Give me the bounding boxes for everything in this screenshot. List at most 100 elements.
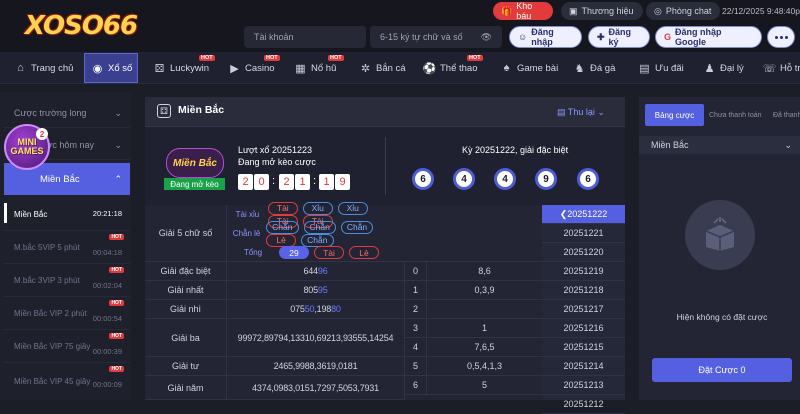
history-item[interactable]: 20251219 [542,262,625,281]
result-digits: 075 [290,304,305,314]
history-item[interactable]: 20251220 [542,243,625,262]
tab-da-thanh-toan[interactable]: Đã thanh [773,104,800,126]
game-item[interactable]: Miền Bắc 20:21:18 [4,198,130,231]
nav-label: Đá gà [590,62,616,74]
history-item[interactable]: 20251212 [542,395,625,414]
login-button[interactable]: ☺ Đăng nhập [509,26,582,48]
cards-icon: ♠ [503,62,510,74]
game-time: 00:00:09 [92,380,122,389]
nav-label: Hỗ trợ [780,62,800,74]
result-digits: ,198 [314,304,332,314]
history-item[interactable]: 20251215 [542,338,625,357]
dau-value: 3 [405,319,427,338]
game-time: 20:21:18 [92,209,122,218]
duoi-value: 0,5,4,1,3 [427,357,542,376]
dice-icon: ⚄ [154,62,165,75]
game-name: M.bắc 3VIP 3 phút [14,275,80,285]
nav-casino[interactable]: ▶ Casino HOT [228,52,280,84]
nav-ban-ca[interactable]: ✲ Bắn cá [359,52,406,84]
open-status-badge: Đang mở kèo [164,178,225,190]
dau-value: 4 [405,338,427,357]
g5-pill: Tài [314,246,344,259]
nav-game-bai[interactable]: ♠ Game bài [500,52,559,84]
game-item[interactable]: Miền Bắc VIP 45 giây HOT 00:00:09 [4,363,130,400]
register-button[interactable]: ✚ Đăng ký [588,26,650,48]
g5-pill: Chẵn [303,220,336,234]
prize-result: 075 50,198 80 [227,300,405,319]
chevron-down-icon: ⌄ [114,139,122,150]
phong-chat-button[interactable]: ◎ Phòng chat [646,2,720,20]
nav-trang-chu[interactable]: ⌂ Trang chủ [14,52,73,84]
game-item[interactable]: Miền Bắc VIP 75 giây HOT 00:00:39 [4,330,130,363]
nav-xo-so[interactable]: ◉ Xổ số [84,53,138,83]
game-item[interactable]: Miền Bắc VIP 2 phút HOT 00:00:54 [4,297,130,330]
thuong-hieu-button[interactable]: ▣ Thương hiệu [561,2,643,20]
tab-chua-thanh-toan[interactable]: Chưa thanh toán [709,104,762,126]
game-time: 00:00:54 [92,314,122,323]
password-input[interactable]: 6-15 ký tự chữ và số 👁 [370,26,502,48]
nav-the-thao[interactable]: ⚽ Thể thao HOT [423,52,483,84]
region-ball-logo: Miền Bắc [166,148,224,178]
hot-badge: HOT [109,333,124,339]
prize-label: Giải nhì [145,300,227,319]
hot-badge: HOT [109,267,124,273]
nav-ho-tro[interactable]: ☏Hỗ trợ [763,52,800,84]
rooster-icon: ♞ [574,62,585,75]
panel-title: Miền Bắc [178,104,225,116]
history-date: 20251222 [567,209,608,219]
eye-icon[interactable]: 👁 [481,32,492,43]
nav-dai-ly[interactable]: ♟ Đại lý [703,52,744,84]
history-item[interactable]: 20251221 [542,224,625,243]
game-item[interactable]: M.bắc 3VIP 3 phút HOT 00:02:04 [4,264,130,297]
account-input[interactable]: Tài khoản [244,26,366,48]
game-name: Miền Bắc VIP 45 giây [14,377,91,386]
nav-da-ga[interactable]: ♞ Đá gà [573,52,616,84]
place-bet-button[interactable]: Đặt Cược 0 [652,358,792,382]
history-item[interactable]: 20251213 [542,376,625,395]
duoi-value: 5 [427,376,542,395]
game-item[interactable]: M.bắc 5VIP 5 phút HOT 00:04:18 [4,231,130,264]
history-item[interactable]: 20251216 [542,319,625,338]
chevron-up-icon: ⌃ [114,173,122,184]
history-date: 20251219 [563,266,604,276]
nav-no-hu[interactable]: ▦ Nổ hũ HOT [294,52,344,84]
history-item[interactable]: ❮ 20251222 [542,205,625,224]
g5-pill: Chẵn [340,220,374,234]
google-login-button[interactable]: G Đăng nhập Google [655,26,762,48]
history-date: 20251216 [563,323,604,333]
tab-bang-cuoc[interactable]: Bảng cược [645,104,704,126]
history-item[interactable]: 20251218 [542,281,625,300]
result-highlight: 95 [317,285,328,295]
game-time: 00:04:18 [92,248,122,257]
nav-luckywin[interactable]: ⚄ Luckywin HOT [153,52,215,84]
nav-uu-dai[interactable]: ▤ Ưu đãi [638,52,683,84]
nav-label: Đại lý [720,62,744,74]
duoi-value: 0,3,9 [427,281,542,300]
hot-badge: HOT [109,234,124,240]
history-item[interactable]: 20251217 [542,300,625,319]
result-digits: 644 [303,266,318,276]
kho-bau-button[interactable]: 🎁 Kho báu [493,1,553,21]
logo[interactable]: XOSO66 [6,6,156,46]
history-date: 20251221 [563,228,604,238]
nav-label: Xổ số [108,62,133,74]
dau-value: 6 [405,376,427,395]
result-ball: 6 [577,168,599,190]
dau-value: 5 [405,357,427,376]
clock: 22/12/2025 9:48:40pm [722,6,800,16]
lottery-icon: ◉ [92,62,103,75]
hot-badge: HOT [328,55,344,61]
thu-lai-toggle[interactable]: ▤ Thu lại ⌄ [557,107,605,118]
game-name: Miền Bắc VIP 75 giây [14,341,91,351]
g5-pill: Xỉu [302,201,333,215]
result-ball: 4 [494,168,516,190]
countdown-colon: : [272,175,276,187]
prize-label: Giải năm [145,376,227,400]
history-item[interactable]: 20251214 [542,357,625,376]
history-date: 20251212 [563,399,604,409]
g5-pill: Tài [267,201,298,215]
bet-region[interactable]: Miền Bắc ⌄ [639,136,800,154]
register-label: Đăng ký [608,27,632,47]
more-button[interactable] [767,26,795,48]
history-date: 20251220 [563,247,604,257]
